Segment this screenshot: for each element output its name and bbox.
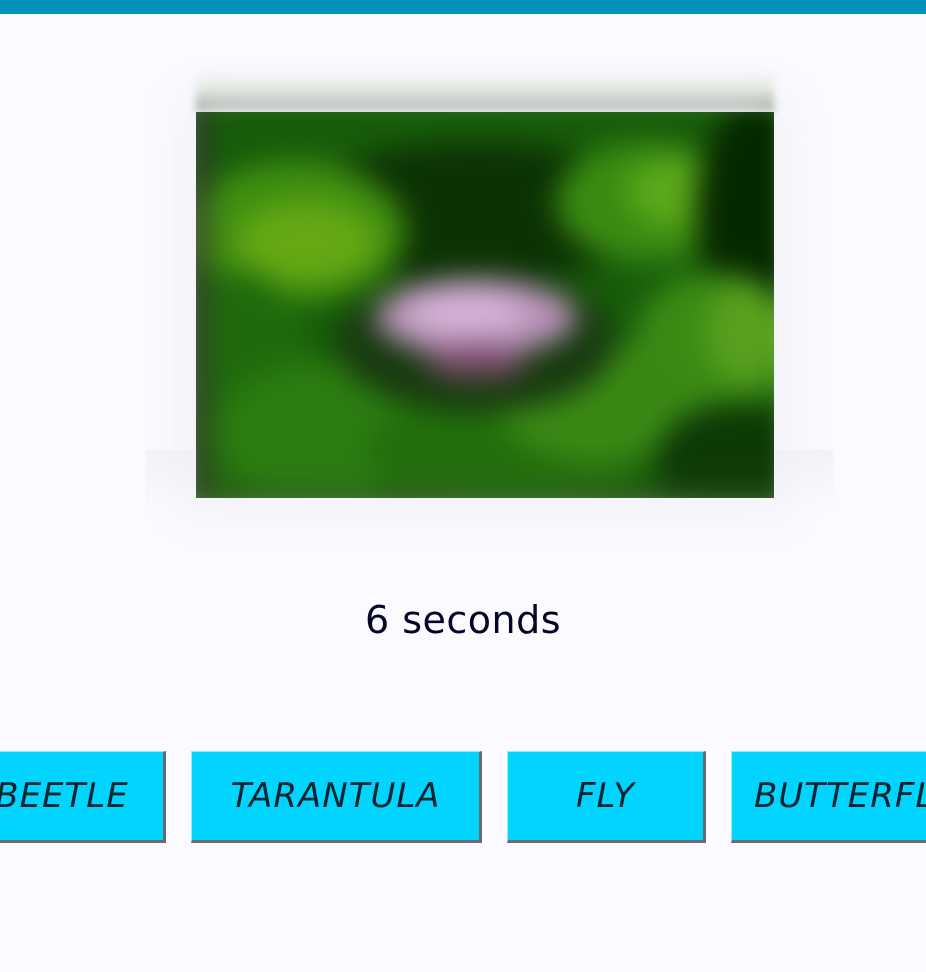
blurred-insect-photo-icon — [196, 112, 774, 498]
answer-button-tarantula[interactable]: TARANTULA — [191, 751, 482, 843]
countdown-timer: 6 seconds — [364, 598, 562, 642]
image-top-shadow — [196, 70, 774, 112]
top-bar — [0, 0, 926, 14]
answer-button-butterfly[interactable]: BUTTERFLY — [731, 751, 926, 843]
answer-button-beetle[interactable]: BEETLE — [0, 751, 166, 843]
image-right-shadow — [774, 450, 834, 510]
quiz-image — [196, 112, 774, 498]
answer-button-fly[interactable]: FLY — [507, 751, 706, 843]
